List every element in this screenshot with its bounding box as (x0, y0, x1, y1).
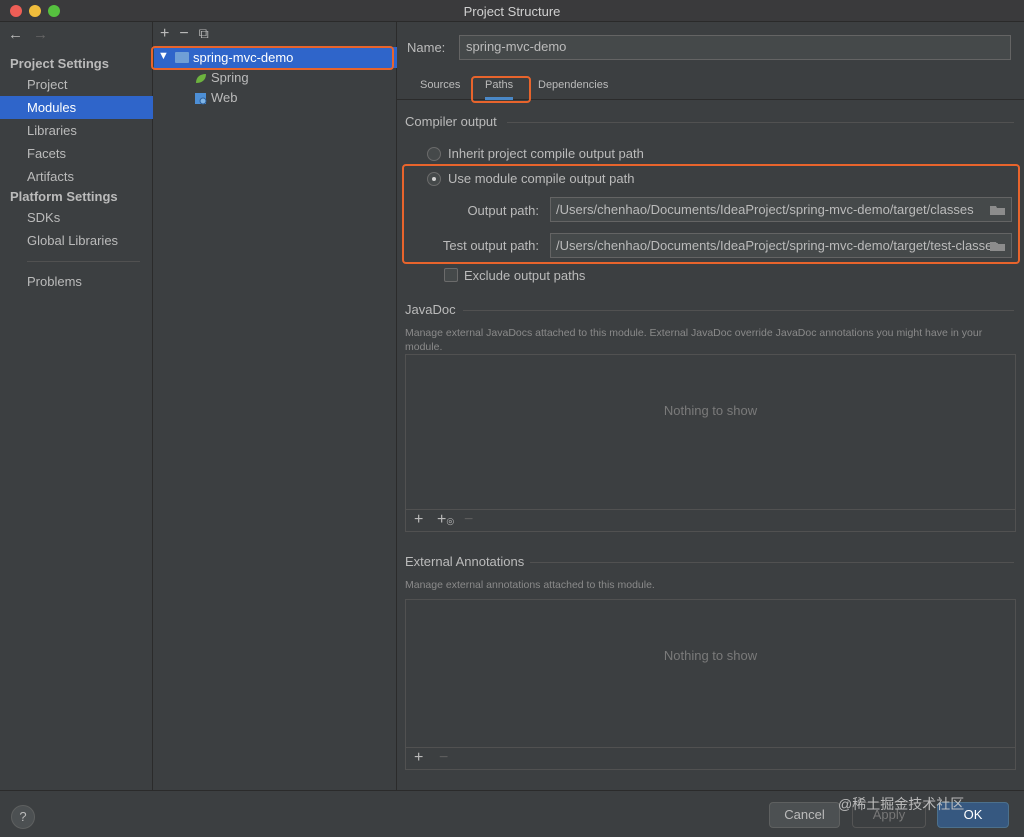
copy-icon[interactable]: ⧉ (199, 25, 209, 42)
arrow-left-icon[interactable]: ← (8, 26, 23, 43)
add-icon[interactable]: + (414, 511, 423, 529)
module-tree-panel: + − ⧉ ▼ spring-mvc-demo Spring Web (151, 22, 397, 790)
add-url-icon[interactable]: +◎ (437, 511, 454, 529)
tree-node-web-label: Web (211, 90, 238, 105)
tree-toolbar: + − ⧉ (160, 25, 219, 43)
inherit-path-label: Inherit project compile output path (448, 146, 644, 161)
settings-sidebar: ← → Project Settings Project Modules Libr… (0, 22, 153, 790)
exclude-output-label: Exclude output paths (464, 268, 586, 283)
compiler-output-title: Compiler output (405, 114, 497, 129)
dialog-button-bar: ? Cancel Apply OK @稀土掘金技术社区 (0, 790, 1024, 837)
tab-sources[interactable]: Sources (420, 79, 460, 91)
sidebar-item-sdks[interactable]: SDKs (0, 206, 153, 229)
sidebar-item-artifacts[interactable]: Artifacts (0, 165, 153, 188)
window-title: Project Structure (463, 4, 561, 19)
add-icon[interactable]: + (414, 749, 423, 767)
javadoc-list[interactable]: Nothing to show + +◎ − (405, 354, 1016, 532)
tree-node-spring[interactable]: Spring (194, 68, 249, 88)
javadoc-list-toolbar: + +◎ − (406, 509, 1015, 531)
remove-icon[interactable]: − (179, 25, 188, 43)
external-annotations-list[interactable]: Nothing to show + − (405, 599, 1016, 770)
tree-node-spring-label: Spring (211, 70, 249, 85)
name-label: Name: (407, 40, 446, 55)
remove-icon[interactable]: − (464, 511, 473, 529)
external-annotations-toolbar: + − (406, 747, 1015, 769)
sidebar-item-project[interactable]: Project (0, 73, 153, 96)
cancel-button[interactable]: Cancel (769, 802, 840, 828)
section-divider (507, 122, 1014, 123)
external-annotations-empty-text: Nothing to show (663, 648, 758, 663)
watermark-text: @稀土掘金技术社区 (838, 796, 965, 812)
section-divider (530, 562, 1014, 563)
javadoc-empty-text: Nothing to show (663, 403, 758, 418)
web-icon (195, 93, 207, 105)
platform-settings-header: Platform Settings (10, 189, 118, 204)
annotation-highlight-paths-tab (471, 76, 531, 103)
exclude-output-checkbox[interactable] (444, 268, 458, 282)
navigation-arrows: ← → (8, 26, 58, 43)
sidebar-item-modules[interactable]: Modules (0, 96, 153, 119)
annotation-highlight-module (151, 46, 394, 70)
module-name-input[interactable]: spring-mvc-demo (459, 35, 1011, 60)
annotation-highlight-output-paths (402, 164, 1020, 264)
module-settings-panel: Name: spring-mvc-demo Sources Paths Depe… (397, 22, 1024, 790)
sidebar-item-libraries[interactable]: Libraries (0, 119, 153, 142)
sidebar-item-facets[interactable]: Facets (0, 142, 153, 165)
inherit-path-radio[interactable] (427, 147, 441, 161)
javadoc-title: JavaDoc (405, 302, 456, 317)
sidebar-item-problems[interactable]: Problems (0, 270, 153, 293)
section-divider (463, 310, 1014, 311)
javadoc-description: Manage external JavaDocs attached to thi… (405, 327, 983, 353)
help-button[interactable]: ? (11, 805, 35, 829)
remove-icon[interactable]: − (439, 749, 448, 767)
sidebar-item-global-libraries[interactable]: Global Libraries (0, 229, 153, 252)
external-annotations-title: External Annotations (405, 554, 525, 569)
title-bar: Project Structure (0, 0, 1024, 22)
sidebar-divider (27, 261, 140, 262)
tree-node-web[interactable]: Web (194, 88, 238, 108)
spring-leaf-icon (196, 74, 206, 83)
add-icon[interactable]: + (160, 25, 169, 43)
project-settings-header: Project Settings (10, 56, 109, 71)
external-annotations-description: Manage external annotations attached to … (405, 579, 655, 591)
tab-dependencies[interactable]: Dependencies (538, 79, 608, 91)
arrow-right-icon[interactable]: → (33, 26, 48, 43)
